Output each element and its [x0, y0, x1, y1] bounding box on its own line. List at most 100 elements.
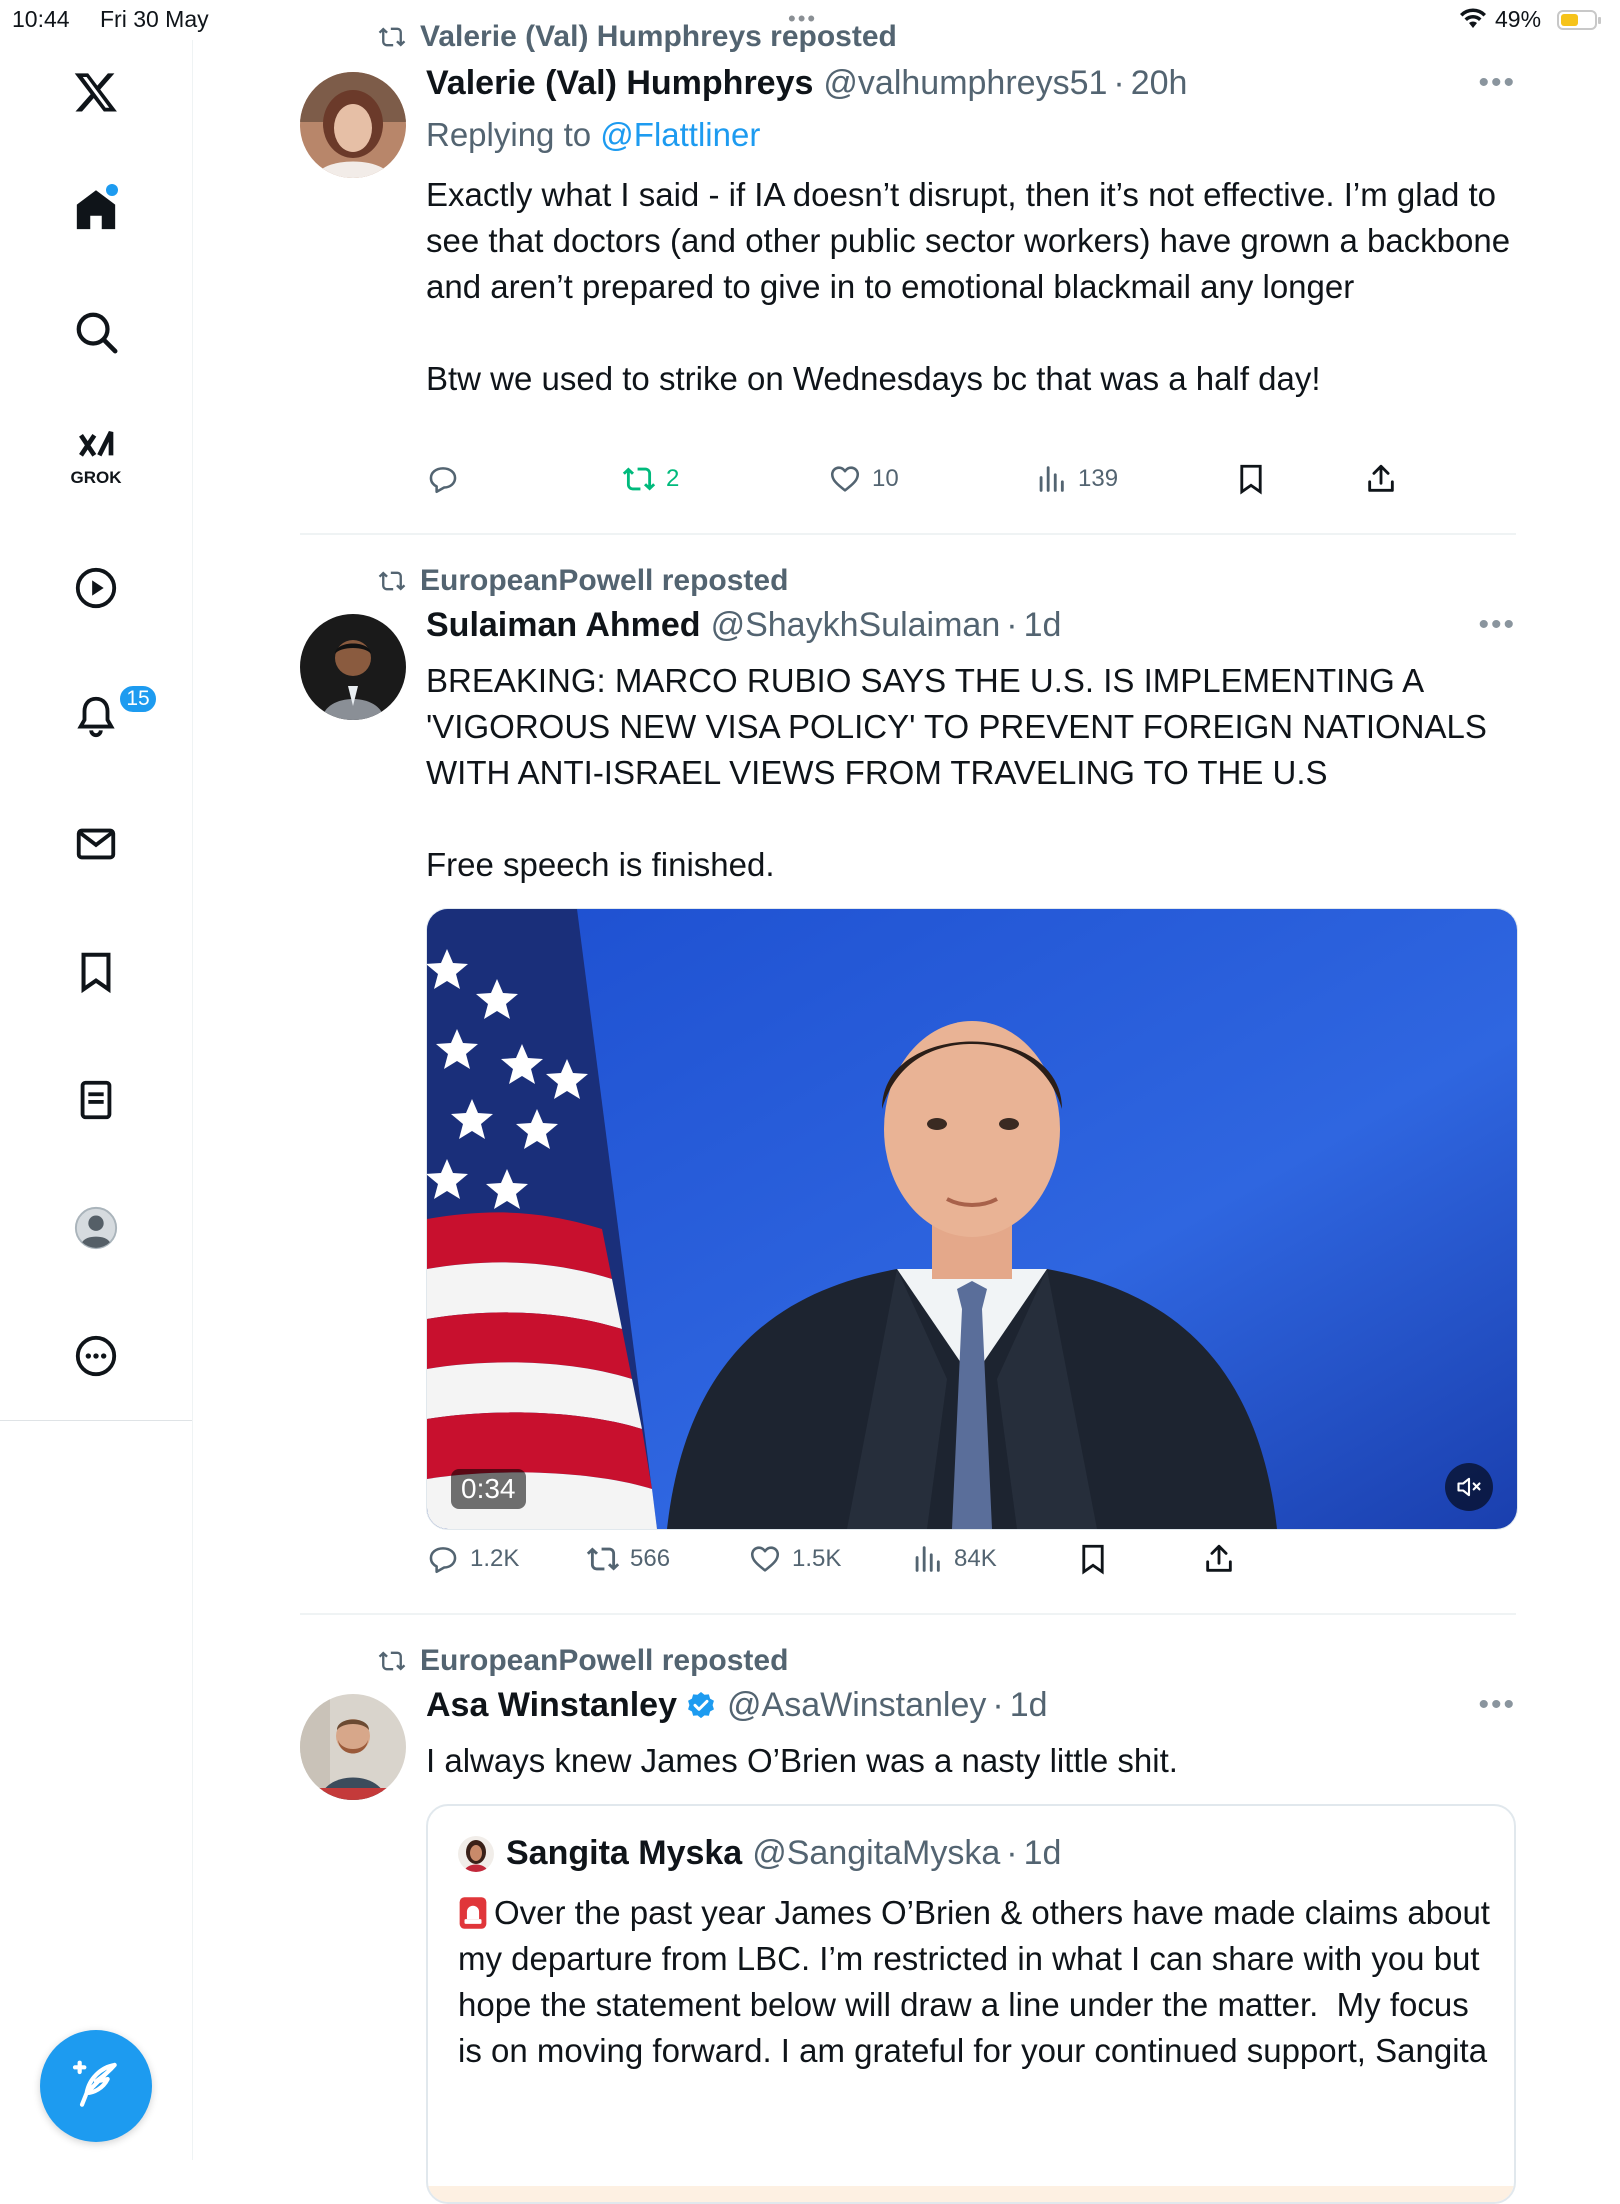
quoted-post-header: Sangita Myska @SangitaMyska · 1d — [458, 1834, 1061, 1873]
replying-to-link[interactable]: @Flattliner — [600, 116, 760, 153]
separator-dot: · — [1113, 64, 1125, 102]
view-count: 139 — [1078, 465, 1119, 492]
repost-by[interactable]: EuropeanPowell reposted — [420, 564, 788, 598]
view-count: 84K — [954, 1545, 997, 1572]
bookmark-icon — [1082, 1544, 1104, 1575]
lists-icon[interactable] — [66, 1070, 126, 1130]
share-icon — [1368, 464, 1394, 492]
views-button[interactable]: 139 — [1034, 462, 1118, 496]
handle[interactable]: @AsaWinstanley — [727, 1686, 986, 1725]
replying-prefix: Replying to — [426, 116, 592, 153]
quoted-handle[interactable]: @SangitaMyska — [752, 1834, 1000, 1873]
post-header: Asa Winstanley @AsaWinstanley · 1d — [426, 1686, 1048, 1725]
post-time[interactable]: 1d — [1024, 606, 1062, 645]
battery-icon — [1557, 10, 1601, 30]
share-button[interactable] — [1202, 1542, 1236, 1576]
notifications-icon[interactable]: 15 — [66, 684, 158, 746]
muted-speaker-icon — [1457, 1477, 1481, 1497]
post-text: I always knew James O’Brien was a nasty … — [426, 1742, 1178, 1779]
views-icon — [915, 1546, 940, 1572]
views-button[interactable]: 84K — [910, 1542, 997, 1576]
bookmark-button[interactable] — [1076, 1542, 1110, 1576]
grok-icon[interactable]: GROK — [66, 424, 126, 487]
repost-by[interactable]: Valerie (Val) Humphreys reposted — [420, 20, 897, 54]
display-name[interactable]: Valerie (Val) Humphreys — [426, 64, 813, 103]
repost-icon — [622, 467, 656, 491]
repost-button[interactable]: 2 — [622, 462, 679, 496]
quoted-post[interactable]: Sangita Myska @SangitaMyska · 1d Over th… — [426, 1804, 1516, 2204]
video-icon[interactable] — [66, 558, 126, 618]
date: Fri 30 May — [100, 6, 209, 32]
post-divider — [300, 533, 1516, 535]
display-name[interactable]: Asa Winstanley — [426, 1686, 677, 1725]
reply-count: 1.2K — [470, 1545, 520, 1572]
avatar[interactable] — [300, 614, 406, 720]
profile-icon[interactable] — [66, 1198, 126, 1258]
like-button[interactable]: 1.5K — [748, 1542, 841, 1576]
avatar[interactable] — [300, 72, 406, 178]
mute-button[interactable] — [1445, 1463, 1493, 1511]
grok-label: GROK — [70, 468, 122, 487]
separator-dot: · — [1006, 606, 1018, 644]
handle[interactable]: @valhumphreys51 — [823, 64, 1107, 103]
quoted-post-time[interactable]: 1d — [1024, 1834, 1062, 1873]
more-options-icon[interactable]: ••• — [1478, 66, 1516, 100]
bookmarks-icon[interactable] — [66, 942, 126, 1002]
quoted-avatar[interactable] — [458, 1835, 494, 1872]
repost-attribution: EuropeanPowell reposted — [376, 564, 788, 598]
quoted-post-body: Over the past year James O’Brien & other… — [458, 1894, 1500, 2069]
display-name[interactable]: Sulaiman Ahmed — [426, 606, 701, 645]
repost-icon — [586, 1547, 620, 1571]
battery-percent: 49% — [1495, 6, 1542, 32]
reply-icon — [429, 1547, 457, 1574]
video-player[interactable]: 0:34 — [426, 908, 1518, 1530]
more-options-icon[interactable]: ••• — [1478, 608, 1516, 642]
video-duration: 0:34 — [451, 1469, 526, 1509]
messages-icon[interactable] — [66, 814, 126, 874]
home-unread-dot — [106, 184, 118, 196]
x-logo-icon[interactable] — [66, 62, 126, 122]
reply-icon — [429, 467, 457, 494]
quoted-media-preview[interactable] — [428, 2186, 1514, 2202]
repost-icon — [378, 571, 406, 591]
post-time[interactable]: 20h — [1131, 64, 1188, 103]
heart-icon — [750, 1546, 780, 1572]
search-icon[interactable] — [66, 302, 126, 362]
handle[interactable]: @ShaykhSulaiman — [711, 606, 1001, 645]
bookmark-button[interactable] — [1234, 462, 1268, 496]
siren-emoji-icon — [459, 1897, 487, 1929]
verified-badge-icon — [688, 1691, 714, 1718]
share-icon — [1206, 1544, 1232, 1572]
more-options-icon[interactable]: ••• — [1478, 1688, 1516, 1722]
bookmark-icon — [1240, 464, 1262, 495]
reply-button[interactable]: 1.2K — [426, 1542, 519, 1576]
repost-icon — [378, 27, 406, 47]
separator-dot: · — [992, 1686, 1004, 1724]
quoted-display-name[interactable]: Sangita Myska — [506, 1834, 742, 1873]
sidebar: GROK 15 — [0, 40, 193, 2160]
notifications-badge: 15 — [118, 684, 158, 714]
post-time[interactable]: 1d — [1010, 1686, 1048, 1725]
post-header: Sulaiman Ahmed @ShaykhSulaiman · 1d — [426, 606, 1061, 645]
more-icon[interactable] — [66, 1326, 126, 1386]
video-thumbnail — [427, 909, 1517, 1529]
repost-by[interactable]: EuropeanPowell reposted — [420, 1644, 788, 1678]
compose-feather-icon — [72, 2060, 117, 2107]
sidebar-divider — [0, 1420, 192, 1421]
home-icon[interactable] — [66, 180, 126, 240]
repost-icon — [378, 1651, 406, 1671]
share-button[interactable] — [1364, 462, 1398, 496]
avatar[interactable] — [300, 1694, 406, 1800]
like-button[interactable]: 10 — [828, 462, 899, 496]
like-count: 1.5K — [792, 1545, 842, 1572]
repost-button[interactable]: 566 — [586, 1542, 670, 1576]
clock: 10:44 — [12, 6, 70, 32]
repost-attribution: EuropeanPowell reposted — [376, 1644, 788, 1678]
repost-count: 566 — [630, 1545, 671, 1572]
reply-button[interactable] — [426, 462, 470, 496]
replying-to: Replying to @Flattliner — [426, 116, 760, 154]
wifi-icon — [1458, 6, 1488, 36]
views-icon — [1039, 466, 1064, 492]
compose-button[interactable] — [40, 2030, 152, 2142]
post-header: Valerie (Val) Humphreys @valhumphreys51 … — [426, 64, 1187, 103]
